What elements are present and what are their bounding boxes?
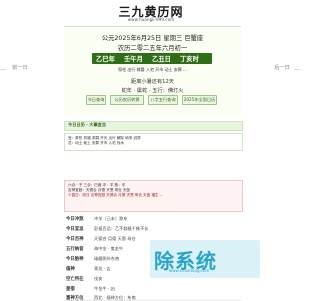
row-label-8: 星宿 [66, 287, 75, 292]
row-text-8: 牛金牛 · 凶 [94, 286, 115, 291]
row-label-9: 喜神方位 [66, 296, 84, 301]
row-text-7: 戌亥 [94, 276, 103, 281]
row-label-2: 今日宜忌 [66, 227, 84, 232]
notice-line-2: 吉神宜趋：天德合 月德 天恩 母仓 天医 [68, 188, 131, 192]
intro-line-2: 忌：动土 破土 安葬 开市 入宅 伐木 [68, 141, 125, 145]
solar-term: 距离小暑还有12天 [131, 79, 174, 85]
next-day-link[interactable]: 后一日 [268, 64, 296, 72]
row-text-4: 海中金 · 鬼金牛 [94, 246, 124, 251]
row-text-2: 彭祖百忌：乙不栽植千株不长 [94, 226, 149, 231]
festival-button[interactable]: 节日查询 [86, 95, 106, 105]
pillar-month: 壬午月 [124, 56, 143, 63]
main-section-title: 今日日历 · 大事宜吉 [68, 122, 107, 127]
watermark-sub: www.chuxitong.com [169, 268, 210, 273]
pillar-hour: 丁亥时 [180, 56, 199, 63]
pillar-day: 乙丑日 [152, 56, 171, 63]
notice-line-1: 六合：子 三合：巳酉 冲：羊 煞：东 [68, 183, 126, 187]
pillar-year: 乙巳年 [96, 56, 115, 63]
bazi-button[interactable]: 八字五行查询 [148, 95, 178, 105]
lunar-date: 农历二零二五年六月初一 [117, 45, 188, 52]
row-text-1: 冲羊（己未）煞东 [94, 216, 128, 221]
row-label-1: 今日冲煞 [66, 217, 84, 222]
row-text-9: 西北 · 福神方位：东南 [94, 295, 136, 300]
notice-line-3: 十直日：成日 吉神宜趋 天德合 月德 天恩 母仓 天医 福生 ... [68, 193, 164, 197]
calendar-convert-button[interactable]: 公历农历转换 [110, 95, 144, 105]
site-url[interactable]: www.huangli-999.com [112, 17, 190, 22]
intro-line-1: 宜：祭祀 祈福 求嗣 开光 出行 解除 纳采 冠笄 [68, 136, 141, 140]
row-label-6: 值神 [66, 267, 75, 272]
row-label-5: 今日胎神 [66, 257, 84, 262]
prev-day-link[interactable]: 前一日 [6, 64, 34, 72]
row-text-5: 碓磨厕外东南 [94, 256, 120, 261]
solar-date: 公元2025年6月25日 星期三 巨蟹座 [101, 35, 204, 42]
row-text-3: 天德合 月德 天恩 母仓 [94, 236, 136, 241]
calendar-2025-button[interactable]: 2025年全国日历 [182, 95, 217, 105]
row-label-3: 今日吉神 [66, 237, 84, 242]
row-text-6: 青龙 · 吉 [94, 266, 111, 271]
top-divider [64, 26, 241, 27]
row-label-4: 五行纳音 [66, 247, 84, 252]
ganzhi: 蛇年 · 属蛇 · 五行：佛灯火 [121, 88, 184, 94]
yiji-row: 祭祀 出行 嫁娶 入宅 开市 动土 安葬 ... [118, 67, 187, 72]
row-label-7: 空亡所在 [66, 277, 84, 282]
